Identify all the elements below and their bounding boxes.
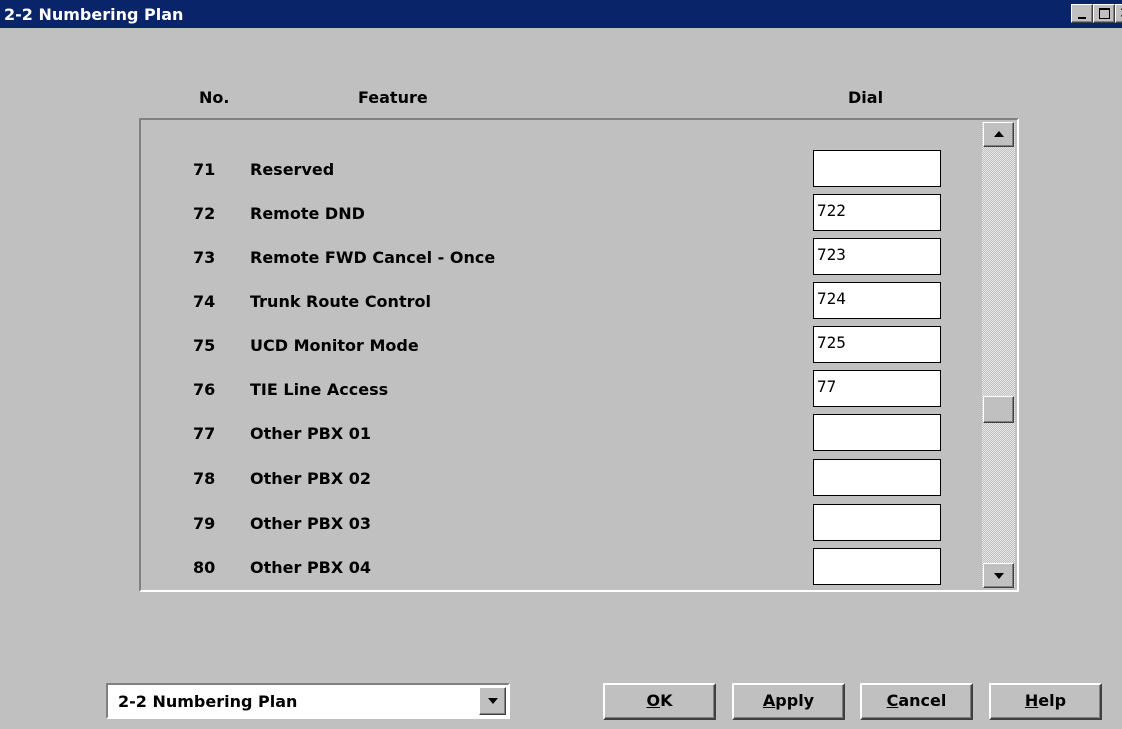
list-row: 71 Reserved (141, 150, 981, 190)
dial-field[interactable] (813, 414, 941, 451)
scroll-up-button[interactable] (983, 122, 1014, 147)
row-number: 71 (193, 160, 216, 179)
list-row: 72 Remote DND 722 (141, 194, 981, 234)
row-feature: UCD Monitor Mode (250, 336, 419, 355)
minimize-button[interactable] (1071, 4, 1093, 23)
help-label-rest: elp (1038, 691, 1067, 710)
column-header-feature: Feature (358, 88, 428, 107)
row-number: 74 (193, 292, 216, 311)
dial-field[interactable] (813, 150, 941, 187)
row-number: 79 (193, 514, 216, 533)
apply-mnemonic: A (762, 691, 776, 710)
close-button[interactable]: ✕ (1115, 4, 1122, 23)
list-row: 79 Other PBX 03 (141, 504, 981, 544)
dial-field[interactable]: 725 (813, 326, 941, 363)
dial-field[interactable] (813, 459, 941, 496)
chevron-down-icon (488, 698, 498, 704)
ok-label-rest: K (660, 691, 673, 710)
row-feature: TIE Line Access (250, 380, 389, 399)
row-number: 78 (193, 469, 216, 488)
row-feature: Other PBX 04 (250, 558, 372, 577)
dial-field[interactable]: 722 (813, 194, 941, 231)
apply-label-rest: pply (775, 691, 815, 710)
row-number: 73 (193, 248, 216, 267)
row-number: 80 (193, 558, 216, 577)
help-button[interactable]: Help (989, 683, 1102, 720)
row-feature: Other PBX 03 (250, 514, 372, 533)
dial-field[interactable]: 77 (813, 370, 941, 407)
row-feature: Remote DND (250, 204, 365, 223)
row-number: 76 (193, 380, 216, 399)
page-select-dropdown[interactable]: 2-2 Numbering Plan (106, 683, 510, 719)
row-feature: Reserved (250, 160, 335, 179)
dial-field[interactable]: 724 (813, 282, 941, 319)
list-row: 80 Other PBX 04 (141, 548, 981, 588)
window-title: 2-2 Numbering Plan (4, 5, 184, 24)
cancel-label-rest: ancel (898, 691, 947, 710)
arrow-up-icon (994, 131, 1004, 137)
row-number: 72 (193, 204, 216, 223)
scroll-down-button[interactable] (983, 563, 1014, 588)
help-mnemonic: H (1024, 691, 1039, 710)
row-number: 75 (193, 336, 216, 355)
minimize-icon (1078, 17, 1086, 19)
list-row: 75 UCD Monitor Mode 725 (141, 326, 981, 366)
maximize-icon (1099, 8, 1110, 19)
row-feature: Other PBX 02 (250, 469, 372, 488)
dial-field[interactable] (813, 548, 941, 585)
list-row: 77 Other PBX 01 (141, 414, 981, 454)
ok-mnemonic: O (646, 691, 661, 710)
cancel-button[interactable]: Cancel (860, 683, 973, 720)
arrow-down-icon (994, 573, 1004, 579)
row-number: 77 (193, 424, 216, 443)
list-row: 73 Remote FWD Cancel - Once 723 (141, 238, 981, 278)
cancel-mnemonic: C (886, 691, 899, 710)
ok-button[interactable]: OK (603, 683, 716, 720)
apply-button[interactable]: Apply (732, 683, 845, 720)
numbering-plan-window: 2-2 Numbering Plan ✕ No. Feature Dial 71… (0, 0, 1122, 729)
title-bar[interactable]: 2-2 Numbering Plan ✕ (0, 0, 1122, 28)
scroll-thumb[interactable] (983, 396, 1014, 423)
dropdown-button[interactable] (479, 687, 506, 715)
column-header-dial: Dial (848, 88, 884, 107)
column-header-no: No. (199, 88, 230, 107)
list-row: 74 Trunk Route Control 724 (141, 282, 981, 322)
row-feature: Other PBX 01 (250, 424, 372, 443)
vertical-scrollbar[interactable] (982, 122, 1015, 588)
feature-list-panel: 71 Reserved 72 Remote DND 722 73 Remote … (139, 118, 1019, 592)
page-select-value: 2-2 Numbering Plan (118, 692, 298, 711)
dial-field[interactable]: 723 (813, 238, 941, 275)
maximize-button[interactable] (1093, 4, 1115, 23)
dial-field[interactable] (813, 504, 941, 541)
row-feature: Trunk Route Control (250, 292, 431, 311)
row-feature: Remote FWD Cancel - Once (250, 248, 496, 267)
list-row: 76 TIE Line Access 77 (141, 370, 981, 410)
list-row: 78 Other PBX 02 (141, 459, 981, 499)
